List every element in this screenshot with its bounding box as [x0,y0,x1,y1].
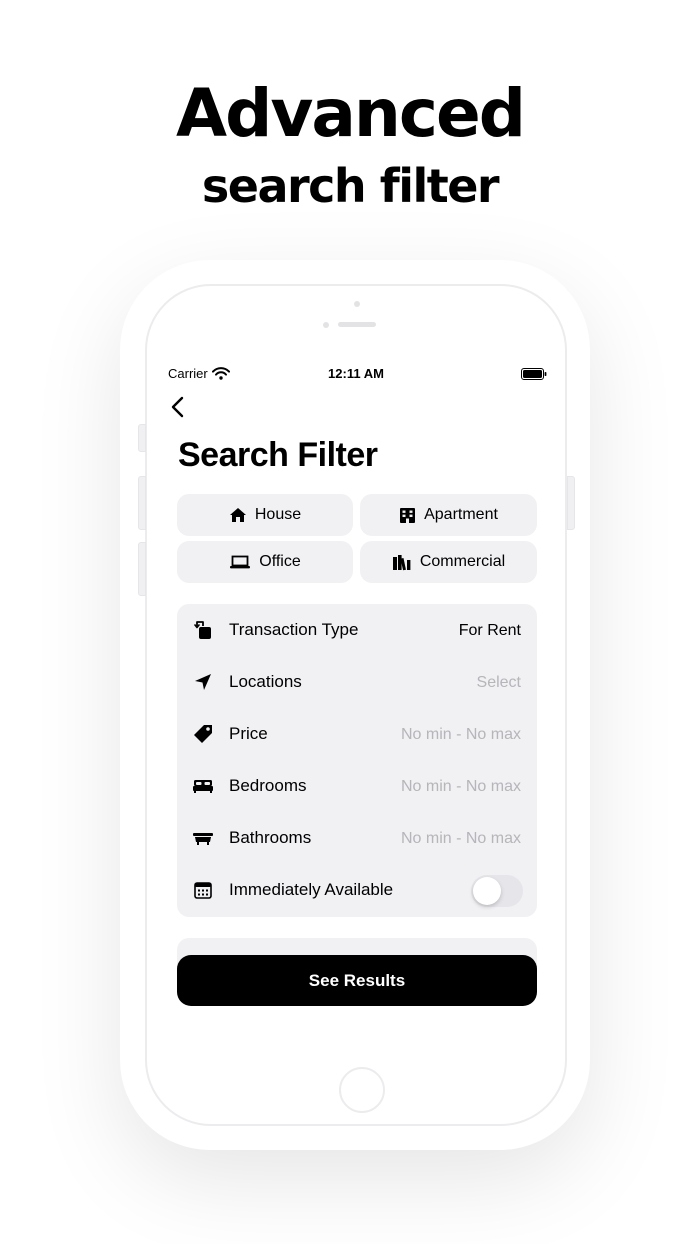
front-camera [354,301,360,307]
filter-row-locations[interactable]: Locations Select [177,656,537,708]
filter-label: Transaction Type [229,620,359,639]
back-button[interactable] [165,393,193,421]
property-type-label: House [254,506,302,523]
status-time: 12:11 AM [328,366,384,381]
toggle-knob [473,877,501,905]
filter-value: No min - No max [400,778,521,795]
filter-value: No min - No max [400,726,521,743]
filter-list: Transaction Type For Rent Locations Sele… [177,604,537,917]
property-type-office[interactable]: Office [177,541,353,583]
chevron-left-icon [171,396,184,418]
price-tag-icon [192,724,214,744]
filter-row-bathrooms[interactable]: Bathrooms No min - No max [177,812,537,864]
property-type-apartment[interactable]: Apartment [360,494,537,536]
property-type-label: Apartment [424,506,498,523]
phone-power-button [567,476,575,530]
location-arrow-icon [192,672,214,692]
immediately-available-toggle[interactable] [471,875,523,907]
calendar-icon [192,880,214,900]
see-results-button[interactable]: See Results [177,955,537,1006]
filter-value: Select [476,674,521,691]
battery-icon [521,367,547,385]
books-icon [392,554,411,570]
filter-value: For Rent [458,622,521,639]
phone-volume-up [138,476,146,530]
phone-mute-switch [138,424,146,452]
home-icon [229,508,246,522]
property-type-label: Commercial [419,553,506,570]
phone-volume-down [138,542,146,596]
property-type-commercial[interactable]: Commercial [360,541,537,583]
wifi-icon [212,367,230,385]
promo-title: Advanced [176,75,526,152]
property-type-house[interactable]: House [177,494,353,536]
bathtub-icon [192,828,214,848]
building-icon [400,507,416,523]
filter-label: Locations [229,672,302,691]
home-button[interactable] [339,1067,385,1113]
filter-label: Bedrooms [229,776,307,795]
filter-row-transaction-type[interactable]: Transaction Type For Rent [177,604,537,656]
filter-label: Bathrooms [229,828,312,847]
bed-icon [192,776,214,796]
filter-label: Immediately Available [229,880,394,899]
transaction-icon [192,620,214,640]
carrier-label: Carrier [168,366,208,381]
filter-row-bedrooms[interactable]: Bedrooms No min - No max [177,760,537,812]
filter-label: Price [229,724,268,743]
proximity-sensor [323,322,329,328]
promo-subtitle: search filter [201,159,500,213]
page-title: Search Filter [178,436,378,474]
filter-value: No min - No max [400,830,521,847]
laptop-icon [230,555,251,569]
property-type-label: Office [259,553,301,570]
filter-row-price[interactable]: Price No min - No max [177,708,537,760]
earpiece-speaker [338,322,376,327]
